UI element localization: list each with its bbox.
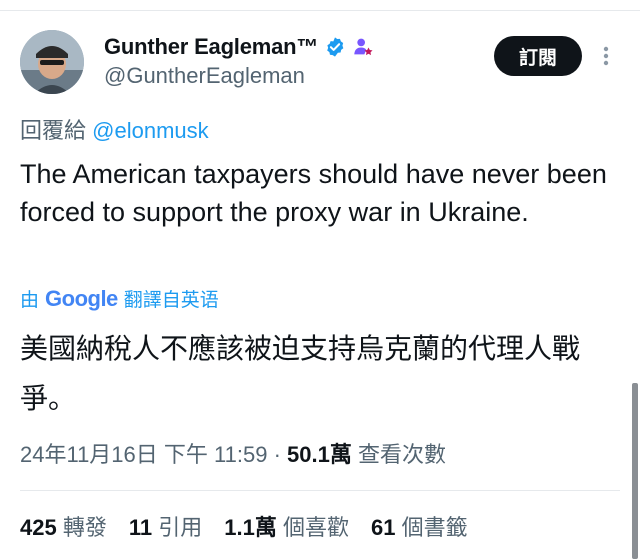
stat-count: 11 [128, 515, 153, 540]
stat-likes[interactable]: 1.1萬 個喜歡 [224, 510, 349, 542]
subscribe-button[interactable]: 訂閱 [494, 36, 582, 76]
author-display-name[interactable]: Gunther Eagleman™ [104, 34, 318, 60]
author-name-row: Gunther Eagleman™ [104, 34, 374, 60]
tweet-text: The American taxpayers should have never… [20, 159, 607, 227]
stat-label: 轉發 [62, 515, 107, 540]
reply-mention-link[interactable]: @elonmusk [92, 118, 209, 143]
translated-text: 美國納稅人不應該被迫支持烏克蘭的代理人戰爭。 [20, 333, 581, 414]
stat-bookmarks[interactable]: 61 個書籤 [371, 510, 468, 542]
stat-quotes[interactable]: 11 引用 [129, 510, 202, 542]
tweet-meta: 24年11月16日 下午 11:59 · 50.1萬 查看次數 [20, 437, 446, 469]
affiliate-badge-icon[interactable] [352, 36, 374, 58]
stat-label: 個喜歡 [282, 515, 349, 540]
translation-attribution[interactable]: 由 Google 翻譯自英语 [20, 285, 219, 312]
author-handle[interactable]: @GuntherEagleman [104, 63, 305, 89]
translation-label[interactable]: 翻譯自英语 [124, 285, 219, 312]
stat-count: 61 [371, 515, 396, 540]
avatar[interactable] [20, 30, 84, 94]
more-options-icon[interactable] [598, 44, 614, 68]
stats-divider [20, 490, 620, 491]
avatar-image [20, 30, 84, 94]
top-divider [0, 10, 640, 11]
google-logo-text: Google [45, 285, 118, 311]
meta-separator: · [273, 442, 281, 467]
google-logo: Google [45, 286, 118, 312]
engagement-stats: 425 轉發 11 引用 1.1萬 個喜歡 61 個書籤 [20, 510, 468, 542]
translation-by: 由 [20, 290, 40, 311]
views-label: 查看次數 [357, 442, 446, 467]
reply-context: 回覆給 @elonmusk [20, 113, 209, 145]
stat-count: 425 [20, 515, 57, 540]
reply-prefix: 回覆給 [20, 118, 87, 143]
stat-count: 1.1萬 [224, 515, 277, 540]
verified-badge-icon[interactable] [324, 36, 346, 58]
stat-label: 個書籤 [401, 515, 468, 540]
stat-reposts[interactable]: 425 轉發 [20, 510, 107, 542]
tweet-datetime[interactable]: 24年11月16日 下午 11:59 [20, 442, 267, 467]
scrollbar[interactable] [632, 383, 638, 559]
stat-label: 引用 [158, 515, 203, 540]
views-count: 50.1萬 [287, 442, 352, 467]
